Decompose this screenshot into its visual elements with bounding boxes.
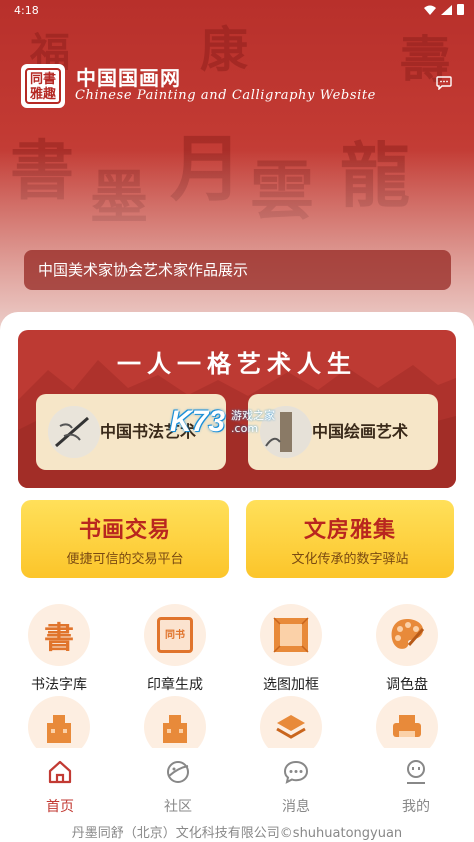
painting-art-label: 中国绘画艺术 <box>312 422 409 441</box>
tool-calligraphy-library[interactable]: 書 书法字库 <box>14 604 104 694</box>
planet-icon <box>167 761 189 783</box>
tab-label: 首页 <box>46 799 74 815</box>
watermark-logo: K73 <box>170 405 226 438</box>
painting-art-card[interactable]: 中国绘画艺术 <box>248 394 438 470</box>
tool-label: 调色盘 <box>386 677 428 693</box>
trade-button[interactable]: 书画交易 便捷可信的交易平台 <box>21 500 229 578</box>
studio-title: 文房雅集 <box>303 518 396 543</box>
signal-icon <box>441 4 452 15</box>
palette-svg <box>391 619 425 649</box>
building-svg <box>163 715 187 743</box>
calligraphy-thumbnail <box>48 406 100 458</box>
studio-subtitle: 文化传承的数字驿站 <box>291 552 409 567</box>
bottom-tab-bar: 首页 社区 消息 我的 <box>0 748 474 818</box>
watermark-text: 游戏之家 .com <box>231 409 275 435</box>
stack-svg <box>276 715 306 739</box>
tab-label: 社区 <box>164 799 192 815</box>
trade-subtitle: 便捷可信的交易平台 <box>66 552 184 567</box>
status-time: 4:18 <box>14 4 39 17</box>
home-icon <box>48 760 72 784</box>
brush-icon <box>48 406 100 458</box>
tool-seal-generator[interactable]: 同书 印章生成 <box>130 604 220 694</box>
footer-copyright: 丹墨同舒（北京）文化科技有限公司©shuhuatongyuan <box>71 826 403 841</box>
tool-palette[interactable]: 调色盘 <box>362 604 452 694</box>
seal-stamp-icon: 同书 <box>144 604 206 666</box>
site-title: 中国国画网 <box>76 66 181 90</box>
watermark-line1: 游戏之家 <box>231 409 276 422</box>
art-slogan: 一人一格艺术人生 <box>117 349 357 378</box>
calligraphy-glyph: 書 <box>44 621 74 656</box>
profile-icon <box>407 760 425 784</box>
watermark: K73 游戏之家 .com <box>170 405 275 439</box>
message-icon[interactable] <box>436 76 452 90</box>
tool-frame-picture[interactable]: 选图加框 <box>246 604 336 694</box>
building-svg <box>47 715 71 743</box>
banner-fade <box>0 150 474 330</box>
tool-label: 印章生成 <box>147 677 203 693</box>
calligraphy-char-icon: 書 <box>28 604 90 666</box>
chat-icon <box>283 760 309 784</box>
picture-frame-icon <box>260 604 322 666</box>
status-icons <box>424 4 464 15</box>
frame-svg <box>273 617 309 653</box>
tool-label: 选图加框 <box>263 677 319 693</box>
watermark-line2: .com <box>231 422 259 435</box>
tab-profile[interactable]: 我的 <box>376 758 456 816</box>
seal-glyph: 同书 <box>165 629 185 641</box>
site-subtitle: Chinese Painting and Calligraphy Website <box>75 88 376 103</box>
tab-home[interactable]: 首页 <box>20 758 100 816</box>
tab-label: 消息 <box>282 799 310 815</box>
trade-title: 书画交易 <box>78 518 171 543</box>
logo-mark: 同書雅趣 <box>25 68 61 104</box>
tab-community[interactable]: 社区 <box>138 758 218 816</box>
printer-svg <box>393 715 421 737</box>
palette-icon <box>376 604 438 666</box>
battery-icon <box>457 4 464 15</box>
site-logo[interactable]: 同書雅趣 <box>21 64 65 108</box>
seal-stamp-box: 同书 <box>157 617 193 653</box>
wifi-icon <box>424 5 436 15</box>
tab-label: 我的 <box>402 799 430 815</box>
tool-label: 书法字库 <box>31 677 87 693</box>
banner-caption[interactable]: 中国美术家协会艺术家作品展示 <box>24 250 451 290</box>
tab-messages[interactable]: 消息 <box>256 758 336 816</box>
studio-button[interactable]: 文房雅集 文化传承的数字驿站 <box>246 500 454 578</box>
status-bar: 4:18 <box>0 0 474 22</box>
